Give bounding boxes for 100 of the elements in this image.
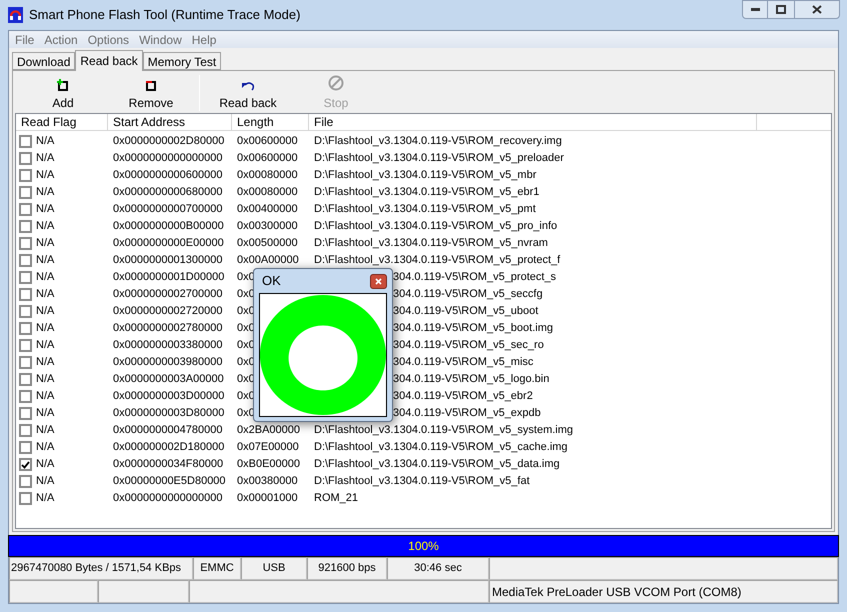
table-cell-text: N/A (36, 423, 54, 438)
table-cell-text: N/A (36, 134, 54, 150)
checkbox[interactable] (19, 220, 32, 233)
table-cell: 0x0000000000680000 (113, 186, 223, 198)
table-cell: ROM_21 (314, 492, 358, 504)
table-cell: 304.0.119-V5\ROM_v5_ebr2 (393, 390, 533, 402)
table-cell: 0x07E00000 (237, 441, 299, 454)
status-cell: EMMC (193, 557, 241, 580)
table-cell: 304.0.119-V5\ROM_v5_boot.img (393, 322, 553, 334)
minimize-icon (750, 8, 760, 11)
table-cell-text: N/A (36, 287, 54, 302)
checkbox[interactable] (19, 407, 32, 420)
checkbox[interactable] (19, 390, 32, 403)
menu-item[interactable]: Help (188, 30, 220, 48)
close-button[interactable] (370, 274, 387, 288)
maximize-icon (776, 5, 786, 14)
checkbox[interactable] (19, 186, 32, 199)
table-cell-text: N/A (36, 304, 54, 320)
checkbox[interactable] (19, 271, 32, 284)
table-cell-text: N/A (36, 151, 54, 166)
table-cell: 0x0000000000600000 (113, 169, 223, 182)
remove-button[interactable]: Remove (107, 73, 195, 113)
table-cell-text: N/A (36, 372, 54, 388)
table-cell-text: N/A (36, 338, 54, 354)
column-header[interactable]: Length (232, 114, 309, 131)
tab[interactable]: Read back (75, 50, 143, 71)
checkbox[interactable] (19, 441, 32, 454)
table-cell-text: N/A (36, 236, 54, 252)
table-cell: 0x0000000002780000 (113, 322, 223, 334)
add-button[interactable]: Add (19, 73, 107, 113)
checkbox[interactable] (19, 135, 32, 148)
close-icon (812, 5, 822, 14)
table-cell-text: N/A (36, 321, 54, 336)
table-cell: 0x00600000 (237, 152, 298, 164)
table-cell: 0x00500000 (237, 237, 298, 250)
table-cell: 0x0000000003980000 (113, 356, 223, 368)
table-cell: 0x0000000003D80000 (113, 407, 224, 420)
table-cell: 0x2BA00000 (237, 424, 300, 436)
checkbox[interactable] (19, 305, 32, 318)
checkbox[interactable] (19, 339, 32, 352)
table-cell: 0x00080000 (237, 186, 298, 198)
table-cell: D:\Flashtool_v3.1304.0.119-V5\ROM_v5_cache.img (314, 441, 568, 454)
checkbox[interactable] (19, 254, 32, 267)
checkbox[interactable] (19, 152, 32, 165)
menu-item[interactable]: Action (40, 30, 82, 48)
table-cell: 0x0000000003D00000 (113, 390, 224, 402)
column-header[interactable]: File (309, 114, 757, 131)
table-cell: 0x00600000 (237, 135, 298, 148)
table-cell: 0x0000000000E00000 (113, 237, 224, 250)
table-cell: 0x0000000004780000 (113, 424, 223, 436)
table-cell: D:\Flashtool_v3.1304.0.119-V5\ROM_v5_mbr (314, 169, 536, 182)
checkbox[interactable] (19, 373, 32, 386)
column-header[interactable]: Read Flag (16, 114, 108, 131)
stop-icon (328, 74, 344, 90)
table-cell: 0x00080000 (237, 169, 298, 182)
minimize-button[interactable] (742, 0, 768, 19)
table-cell: 0x00300000 (237, 220, 298, 232)
readback-button[interactable]: Read back (204, 73, 292, 113)
table-cell-text: N/A (36, 202, 54, 218)
table-cell-text: N/A (36, 491, 54, 506)
status-cell: MediaTek PreLoader USB VCOM Port (COM8) (489, 580, 838, 603)
status-cell: 2967470080 Bytes / 1571,54 KBps (9, 557, 193, 580)
close-button[interactable] (794, 0, 840, 19)
checkbox[interactable] (19, 424, 32, 437)
table-cell: 0x0000000000700000 (113, 203, 223, 216)
table-cell: 0x0000000001D00000 (113, 271, 224, 284)
menu-item[interactable]: File (11, 30, 38, 48)
table-cell: 0x0000000003A00000 (113, 373, 224, 386)
table-cell-text: N/A (36, 474, 54, 490)
table-cell: D:\Flashtool_v3.1304.0.119-V5\ROM_v5_fat (314, 475, 530, 488)
menu-item[interactable]: Options (84, 30, 134, 48)
checkbox[interactable] (19, 458, 32, 471)
checkbox[interactable] (19, 237, 32, 250)
checkbox[interactable] (19, 169, 32, 182)
table-cell: 0xB0E00000 (237, 458, 300, 470)
checkbox[interactable] (19, 356, 32, 369)
maximize-button[interactable] (768, 0, 794, 19)
table-cell: 0x0000000001300000 (113, 254, 223, 266)
menu-item[interactable]: Window (135, 30, 186, 48)
status-cell: 30:46 sec (387, 557, 489, 580)
table-cell: 0x0000000003380000 (113, 339, 223, 352)
checkbox[interactable] (19, 475, 32, 488)
table-cell: 0x0000000000000000 (113, 492, 223, 504)
table-cell-text: N/A (36, 406, 54, 422)
table-cell: 0x0000000002D80000 (113, 135, 224, 148)
table-cell-text: N/A (36, 253, 54, 268)
remove-icon (145, 78, 157, 90)
table-cell: D:\Flashtool_v3.1304.0.119-V5\ROM_v5_data.img (314, 458, 560, 470)
checkbox[interactable] (19, 322, 32, 335)
table-cell: 0x00001000 (237, 492, 298, 504)
app-icon (8, 7, 23, 23)
table-cell: D:\Flashtool_v3.1304.0.119-V5\ROM_v5_system.img (314, 424, 574, 436)
checkbox[interactable] (19, 492, 32, 505)
column-header[interactable]: Start Address (108, 114, 232, 131)
tab[interactable]: Memory Test (142, 52, 222, 70)
checkbox[interactable] (19, 203, 32, 216)
checkbox[interactable] (19, 288, 32, 301)
dialog-title: OK (261, 272, 281, 290)
tab[interactable]: Download (12, 52, 76, 70)
progress-text: 100% (407, 538, 440, 555)
